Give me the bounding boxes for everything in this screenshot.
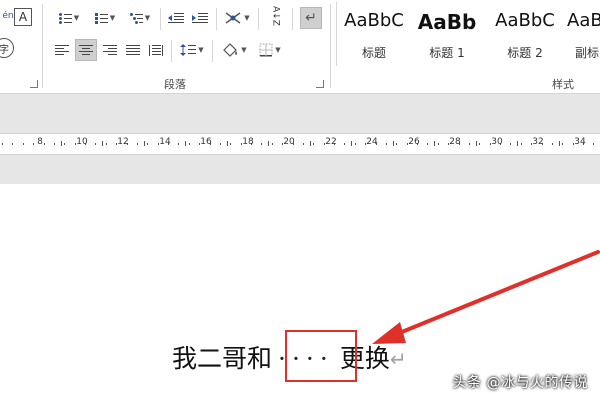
- arrow-shaft: [390, 250, 600, 338]
- watermark: 头条 @冰与火的传说: [452, 375, 588, 391]
- arrow-head: [372, 322, 406, 344]
- annotation-arrow: [372, 250, 600, 344]
